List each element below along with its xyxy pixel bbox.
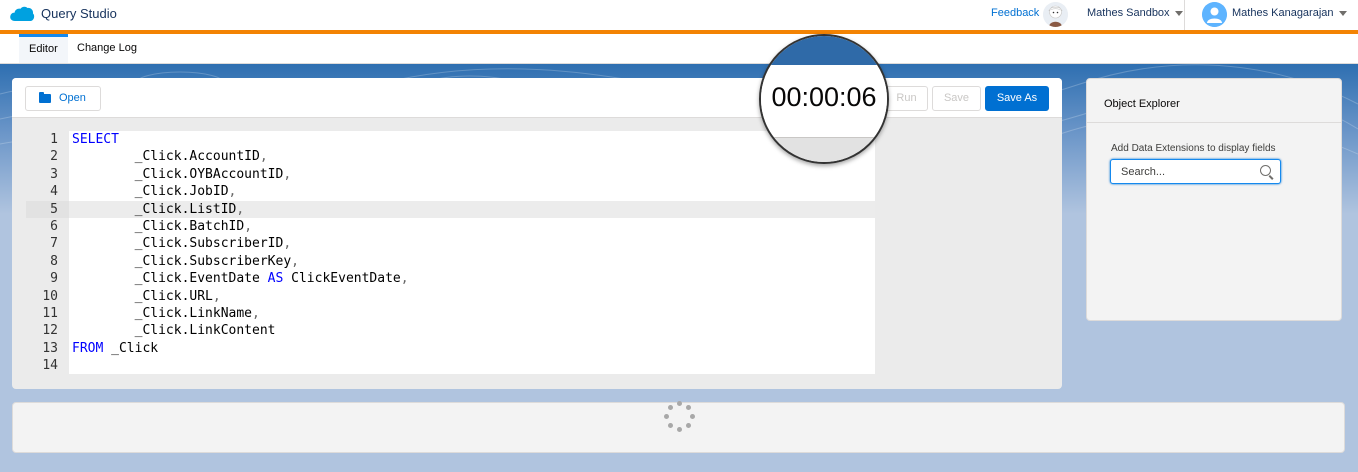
- user-name: Mathes Kanagarajan: [1232, 7, 1334, 19]
- line-number: 8: [26, 252, 68, 271]
- editor-toolbar: Open Run Save Save As: [12, 78, 1062, 118]
- search-label: Add Data Extensions to display fields: [1111, 143, 1276, 154]
- code-text: _Click.JobID,: [69, 183, 875, 201]
- open-button[interactable]: Open: [25, 86, 101, 111]
- divider: [1087, 122, 1341, 123]
- chevron-down-icon: [1338, 10, 1347, 16]
- code-text: _Click.LinkName,: [69, 304, 875, 323]
- line-number: 6: [26, 217, 68, 236]
- code-text: _Click.EventDate AS ClickEventDate,: [69, 270, 875, 288]
- line-number: 9: [26, 270, 68, 288]
- save-button[interactable]: Save: [932, 86, 981, 111]
- code-line[interactable]: 5 _Click.ListID,: [26, 200, 875, 218]
- code-line[interactable]: 8 _Click.SubscriberKey,: [26, 252, 875, 271]
- code-line[interactable]: 11 _Click.LinkName,: [26, 304, 875, 323]
- magnifier-editor-area: [761, 138, 887, 162]
- tab-bar: Editor Change Log: [0, 34, 1358, 64]
- line-number: 3: [26, 165, 68, 184]
- salesforce-cloud-icon[interactable]: [9, 4, 35, 29]
- code-line[interactable]: 12 _Click.LinkContent: [26, 322, 875, 340]
- code-line[interactable]: 6 _Click.BatchID,: [26, 217, 875, 236]
- save-as-button[interactable]: Save As: [985, 86, 1049, 111]
- code-line[interactable]: 4 _Click.JobID,: [26, 183, 875, 201]
- code-line[interactable]: 9 _Click.EventDate AS ClickEventDate,: [26, 270, 875, 288]
- code-text: _Click.LinkContent: [69, 322, 875, 340]
- code-text: _Click.ListID,: [69, 200, 875, 218]
- magnifier-background: [761, 36, 887, 65]
- line-number: 5: [26, 200, 68, 218]
- search-icon[interactable]: [1260, 165, 1271, 176]
- sql-code-editor[interactable]: 1 SELECT 2 _Click.AccountID, 3 _Click.OYBAc…: [26, 131, 875, 375]
- code-line[interactable]: 10 _Click.URL,: [26, 287, 875, 305]
- tab-editor[interactable]: Editor: [19, 34, 68, 63]
- org-switcher[interactable]: Mathes Sandbox: [1087, 7, 1183, 19]
- code-text: _Click.SubscriberKey,: [69, 252, 875, 271]
- chevron-down-icon: [1174, 10, 1183, 16]
- code-text: SELECT: [69, 131, 875, 149]
- line-number: 12: [26, 322, 68, 340]
- line-number: 13: [26, 339, 68, 358]
- code-text: _Click.OYBAccountID,: [69, 165, 875, 184]
- search-box[interactable]: [1110, 159, 1281, 184]
- app-title: Query Studio: [41, 6, 117, 21]
- object-explorer-panel: Object Explorer Add Data Extensions to d…: [1086, 78, 1342, 321]
- folder-icon: [39, 92, 51, 103]
- header-divider: [1184, 0, 1185, 30]
- einstein-avatar[interactable]: [1043, 2, 1068, 27]
- user-avatar[interactable]: [1202, 2, 1227, 27]
- code-line[interactable]: 2 _Click.AccountID,: [26, 148, 875, 166]
- open-button-label: Open: [59, 92, 86, 104]
- code-text: _Click.BatchID,: [69, 217, 875, 236]
- line-number: 10: [26, 287, 68, 305]
- search-input[interactable]: [1111, 160, 1251, 183]
- code-line[interactable]: 1 SELECT: [26, 131, 875, 149]
- line-number: 7: [26, 235, 68, 253]
- timer-magnifier: 00:00:06: [759, 34, 889, 164]
- code-line[interactable]: 7 _Click.SubscriberID,: [26, 235, 875, 253]
- global-header: Query Studio Feedback Mathes Sandbox Mat…: [0, 0, 1358, 30]
- line-number: 4: [26, 183, 68, 201]
- code-line[interactable]: 14: [26, 357, 875, 375]
- code-text: _Click.URL,: [69, 287, 875, 305]
- loading-spinner-icon: [661, 398, 697, 434]
- code-line[interactable]: 3 _Click.OYBAccountID,: [26, 165, 875, 184]
- org-name: Mathes Sandbox: [1087, 7, 1170, 19]
- code-line[interactable]: 13 FROM _Click: [26, 339, 875, 358]
- code-text: FROM _Click: [69, 339, 875, 358]
- line-number: 11: [26, 304, 68, 323]
- editor-panel: Open Run Save Save As 1 SELECT 2 _Click.Ac…: [12, 78, 1062, 389]
- code-text: _Click.AccountID,: [69, 148, 875, 166]
- query-timer: 00:00:06: [771, 82, 877, 112]
- tab-change-log[interactable]: Change Log: [67, 34, 147, 63]
- line-number: 14: [26, 357, 68, 375]
- code-text: [69, 357, 875, 375]
- user-menu[interactable]: Mathes Kanagarajan: [1232, 7, 1347, 19]
- feedback-link[interactable]: Feedback: [991, 7, 1039, 19]
- code-text: _Click.SubscriberID,: [69, 235, 875, 253]
- object-explorer-title: Object Explorer: [1104, 98, 1180, 110]
- line-number: 1: [26, 131, 68, 149]
- line-number: 2: [26, 148, 68, 166]
- run-button[interactable]: Run: [885, 86, 928, 111]
